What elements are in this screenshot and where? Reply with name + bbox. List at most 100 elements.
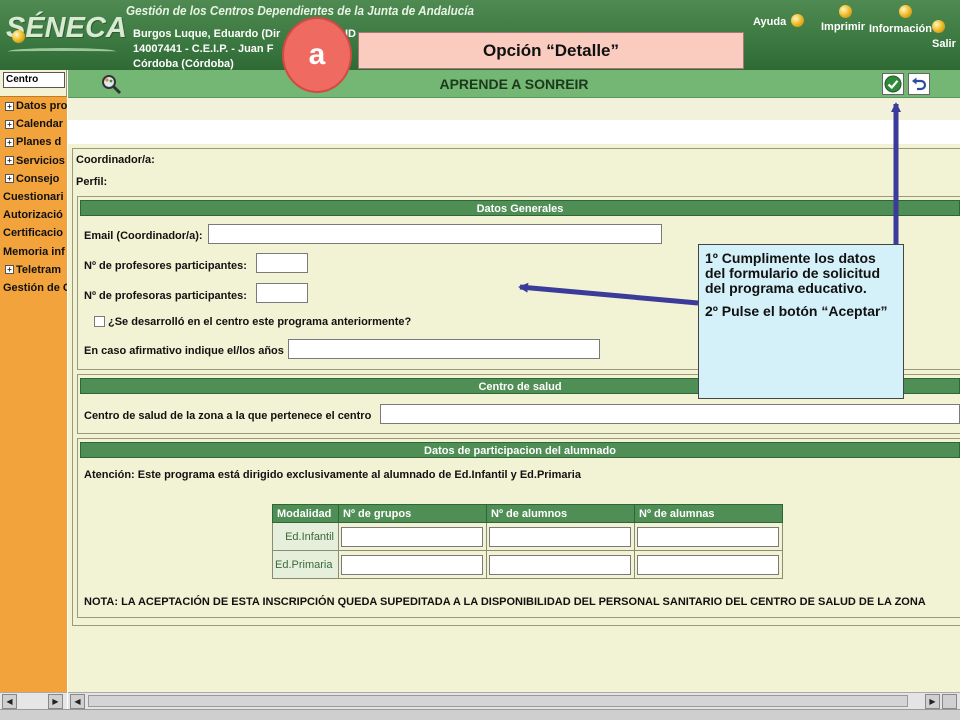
teachers-f-field[interactable] (256, 283, 308, 303)
sidebar-item-calendario[interactable]: + Calendar (0, 115, 67, 133)
help-ball-icon (791, 14, 804, 27)
expand-icon[interactable]: + (5, 101, 14, 111)
info-ball-icon (899, 5, 912, 18)
health-center-label: Centro de salud de la zona a la que pert… (84, 410, 372, 422)
expand-icon[interactable]: + (5, 119, 14, 129)
column-header: Nº de alumnas (634, 504, 783, 523)
table-cell (486, 522, 635, 551)
previous-label: ¿Se desarrolló en el centro este program… (108, 316, 412, 328)
option-label: Opción “Detalle” (358, 32, 744, 69)
exit-link[interactable]: Salir (932, 20, 956, 50)
table-row: Ed.Infantil (272, 522, 783, 551)
infantil-girls-field[interactable] (637, 526, 779, 547)
logo-text: SÉNECA (6, 12, 127, 44)
health-center-field[interactable] (380, 404, 960, 424)
instruction-note: 1º Cumplimente los datos del formulario … (698, 244, 904, 399)
print-link-label: Imprimir (821, 21, 866, 33)
column-header: Nº de alumnos (486, 504, 635, 523)
table-cell (634, 522, 783, 551)
undo-icon (912, 77, 927, 91)
email-field[interactable] (208, 224, 662, 244)
table-cell (634, 550, 783, 579)
sidebar-item-consejo[interactable]: + Consejo (0, 170, 67, 188)
sidebar-menu: + Datos pro + Calendar + Planes d + Servicio… (0, 96, 67, 696)
status-bar (0, 709, 960, 720)
sidebar-item-label: Certificacio (3, 227, 63, 240)
sidebar-item-label: Datos pro (16, 100, 67, 113)
note-line: 1º Cumplimente los datos del formulario … (705, 250, 881, 296)
logo-swoosh (8, 48, 116, 55)
years-label: En caso afirmativo indique el/los años (84, 345, 284, 357)
print-link[interactable]: Imprimir (821, 5, 866, 33)
sidebar-item-label: Memoria inf (3, 245, 65, 258)
sidebar-item-label: Planes d (16, 136, 62, 149)
context-select[interactable]: Centro (3, 72, 65, 88)
sidebar-item-servicios[interactable]: + Servicios (0, 152, 67, 170)
primaria-girls-field[interactable] (637, 554, 779, 575)
expand-icon[interactable]: + (5, 137, 14, 147)
user-school: 14007441 - C.E.I.P. - Juan F (133, 43, 274, 55)
sidebar-item-cuestionarios[interactable]: Cuestionari (0, 188, 67, 206)
scroll-left-icon[interactable]: ◀ (70, 694, 85, 709)
page-title: APRENDE A SONREIR (439, 76, 589, 92)
scroll-corner (942, 694, 957, 709)
scroll-left-icon[interactable]: ◀ (2, 694, 17, 709)
accept-button[interactable] (882, 73, 904, 95)
previous-checkbox[interactable] (94, 316, 105, 327)
column-header: Modalidad (272, 504, 339, 523)
participation-note: NOTA: LA ACEPTACIÓN DE ESTA INSCRIPCIÓN … (84, 596, 926, 608)
teachers-m-label: Nº de profesores participantes: (84, 260, 247, 272)
top-links: Ayuda Imprimir Información Salir (748, 0, 960, 70)
sidebar-item-certificaciones[interactable]: Certificacio (0, 224, 67, 242)
infantil-boys-field[interactable] (489, 526, 631, 547)
row-label: Ed.Primaria (272, 550, 339, 579)
row-label: Ed.Infantil (272, 522, 339, 551)
infantil-groups-field[interactable] (341, 526, 483, 547)
sidebar-item-teletramitacion[interactable]: + Teletram (0, 261, 67, 279)
participation-section-title: Datos de participacion del alumnado (80, 442, 960, 458)
sidebar-item-label: Cuestionari (3, 191, 64, 204)
primaria-boys-field[interactable] (489, 554, 631, 575)
horizontal-scrollbar[interactable]: ◀ ▶ (68, 692, 960, 709)
info-link[interactable]: Información (869, 5, 932, 35)
email-label: Email (Coordinador/a): (84, 230, 203, 242)
sidebar-scrollbar[interactable]: ◀ ▶ (0, 692, 67, 709)
sidebar-item-gestion[interactable]: Gestión de C (0, 279, 67, 297)
sidebar-item-autorizaciones[interactable]: Autorizació (0, 206, 67, 224)
sidebar-item-label: Consejo (16, 172, 60, 185)
exit-link-label: Salir (932, 38, 956, 50)
teachers-f-label: Nº de profesoras participantes: (84, 290, 247, 302)
expand-icon[interactable]: + (5, 156, 14, 166)
scroll-right-icon[interactable]: ▶ (925, 694, 940, 709)
table-cell (338, 522, 487, 551)
check-icon (884, 75, 902, 93)
column-header: Nº de grupos (338, 504, 487, 523)
back-button[interactable] (908, 73, 930, 95)
table-row: Ed.Primaria (272, 550, 783, 579)
scroll-right-icon[interactable]: ▶ (48, 694, 63, 709)
spacer (68, 120, 960, 144)
step-badge: a (282, 17, 352, 93)
print-ball-icon (839, 5, 852, 18)
teachers-m-field[interactable] (256, 253, 308, 273)
help-link[interactable]: Ayuda (753, 14, 804, 28)
general-section-title: Datos Generales (80, 200, 960, 216)
attention-text: Atención: Este programa está dirigido ex… (84, 469, 581, 481)
participation-table: Modalidad Nº de grupos Nº de alumnos Nº … (272, 504, 783, 579)
sidebar-item-planes[interactable]: + Planes d (0, 133, 67, 151)
coordinator-label: Coordinador/a: (76, 154, 155, 166)
scroll-thumb[interactable] (88, 695, 908, 707)
user-name: Burgos Luque, Eduardo (Dir (133, 28, 281, 40)
expand-icon[interactable]: + (5, 174, 14, 184)
expand-icon[interactable]: + (5, 265, 14, 275)
note-line: 2º Pulse el botón “Aceptar” (705, 303, 888, 319)
sidebar-item-label: Gestión de C (3, 281, 67, 294)
info-link-label: Información (869, 23, 932, 35)
decorative-ball-icon (12, 30, 25, 43)
years-field[interactable] (288, 339, 600, 359)
sidebar-item-memoria[interactable]: Memoria inf (0, 243, 67, 261)
primaria-groups-field[interactable] (341, 554, 483, 575)
app-title: Gestión de los Centros Dependientes de l… (126, 3, 475, 18)
sidebar-item-datos[interactable]: + Datos pro (0, 97, 67, 115)
sidebar-item-label: Autorizació (3, 209, 63, 222)
